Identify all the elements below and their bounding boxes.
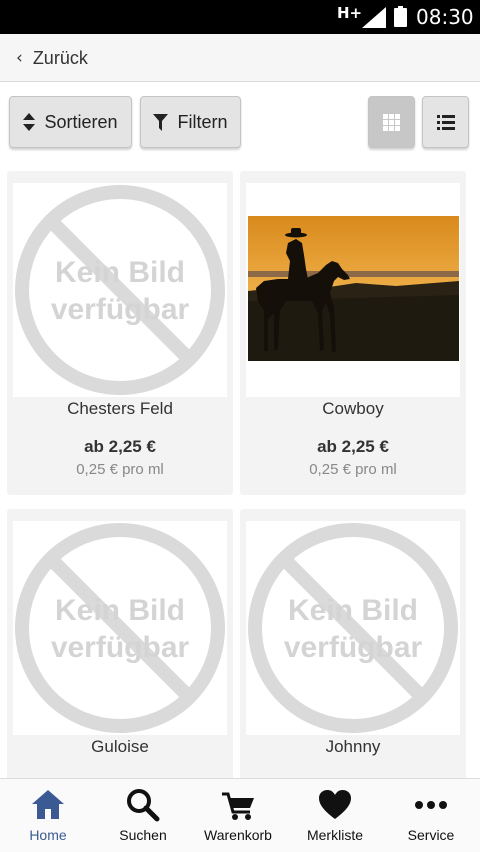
filter-icon xyxy=(153,113,169,131)
grid-icon xyxy=(383,113,400,131)
search-icon xyxy=(127,789,160,822)
placeholder-text: Kein Bild xyxy=(54,594,185,627)
product-card[interactable]: Kein Bild verfügbar Johnny xyxy=(240,509,466,778)
no-image-placeholder: Kein Bild verfügbar xyxy=(13,521,227,735)
placeholder-text: Kein Bild xyxy=(287,594,418,627)
battery-icon xyxy=(394,6,407,27)
heart-icon xyxy=(319,790,351,819)
product-unit-price: 0,25 € pro ml xyxy=(76,461,164,478)
back-label: Zurück xyxy=(32,47,88,68)
placeholder-text: verfügbar xyxy=(50,293,190,326)
filter-label: Filtern xyxy=(177,111,228,132)
product-name: Chesters Feld xyxy=(67,399,173,418)
status-bar: H+ 08:30 xyxy=(0,0,480,34)
nav-label: Merkliste xyxy=(306,827,363,843)
signal-icon xyxy=(362,7,386,28)
no-image-placeholder: Kein Bild verfügbar xyxy=(246,521,460,735)
header-bar: ‹ Zurück xyxy=(0,34,480,82)
nav-label: Home xyxy=(29,827,67,843)
placeholder-text: Kein Bild xyxy=(54,256,185,289)
product-name: Johnny xyxy=(325,737,381,756)
nav-service[interactable]: Service xyxy=(383,779,479,852)
nav-label: Service xyxy=(407,827,455,843)
product-grid: Kein Bild verfügbar Chesters Feld ab 2,2… xyxy=(0,170,480,778)
nav-label: Warenkorb xyxy=(204,827,272,843)
product-card[interactable]: Kein Bild verfügbar Chesters Feld ab 2,2… xyxy=(7,171,233,495)
cart-icon xyxy=(222,792,254,820)
bottom-navigation: Home Suchen Warenkorb Merkliste Service xyxy=(0,778,480,852)
product-name: Cowboy xyxy=(322,399,384,418)
placeholder-text: verfügbar xyxy=(283,631,423,664)
list-view-button[interactable] xyxy=(422,96,469,148)
product-card[interactable]: Kein Bild verfügbar Guloise xyxy=(7,509,233,778)
nav-cart[interactable]: Warenkorb xyxy=(190,779,286,852)
nav-label: Suchen xyxy=(119,827,167,843)
product-card[interactable]: Cowboy ab 2,25 € 0,25 € pro ml xyxy=(240,171,466,495)
home-icon xyxy=(32,790,64,819)
sort-label: Sortieren xyxy=(44,111,118,132)
placeholder-text: verfügbar xyxy=(50,631,190,664)
network-type: H+ xyxy=(337,4,363,22)
nav-search[interactable]: Suchen xyxy=(95,779,191,852)
sort-button[interactable]: Sortieren xyxy=(9,96,132,148)
nav-wishlist[interactable]: Merkliste xyxy=(287,779,383,852)
list-icon xyxy=(436,114,455,130)
product-image xyxy=(246,183,460,397)
filter-button[interactable]: Filtern xyxy=(140,96,241,148)
product-name: Guloise xyxy=(91,737,149,756)
nav-home[interactable]: Home xyxy=(0,779,96,852)
grid-view-button[interactable] xyxy=(368,96,415,148)
sort-icon xyxy=(23,113,36,131)
no-image-placeholder: Kein Bild verfügbar xyxy=(13,183,227,397)
chevron-left-icon: ‹ xyxy=(16,48,23,68)
product-unit-price: 0,25 € pro ml xyxy=(309,461,397,478)
product-price: ab 2,25 € xyxy=(317,437,389,456)
back-button[interactable]: ‹ Zurück xyxy=(16,42,88,74)
cowboy-sunset-photo xyxy=(246,183,460,397)
more-icon xyxy=(415,801,447,809)
product-price: ab 2,25 € xyxy=(84,437,156,456)
clock: 08:30 xyxy=(416,5,474,29)
